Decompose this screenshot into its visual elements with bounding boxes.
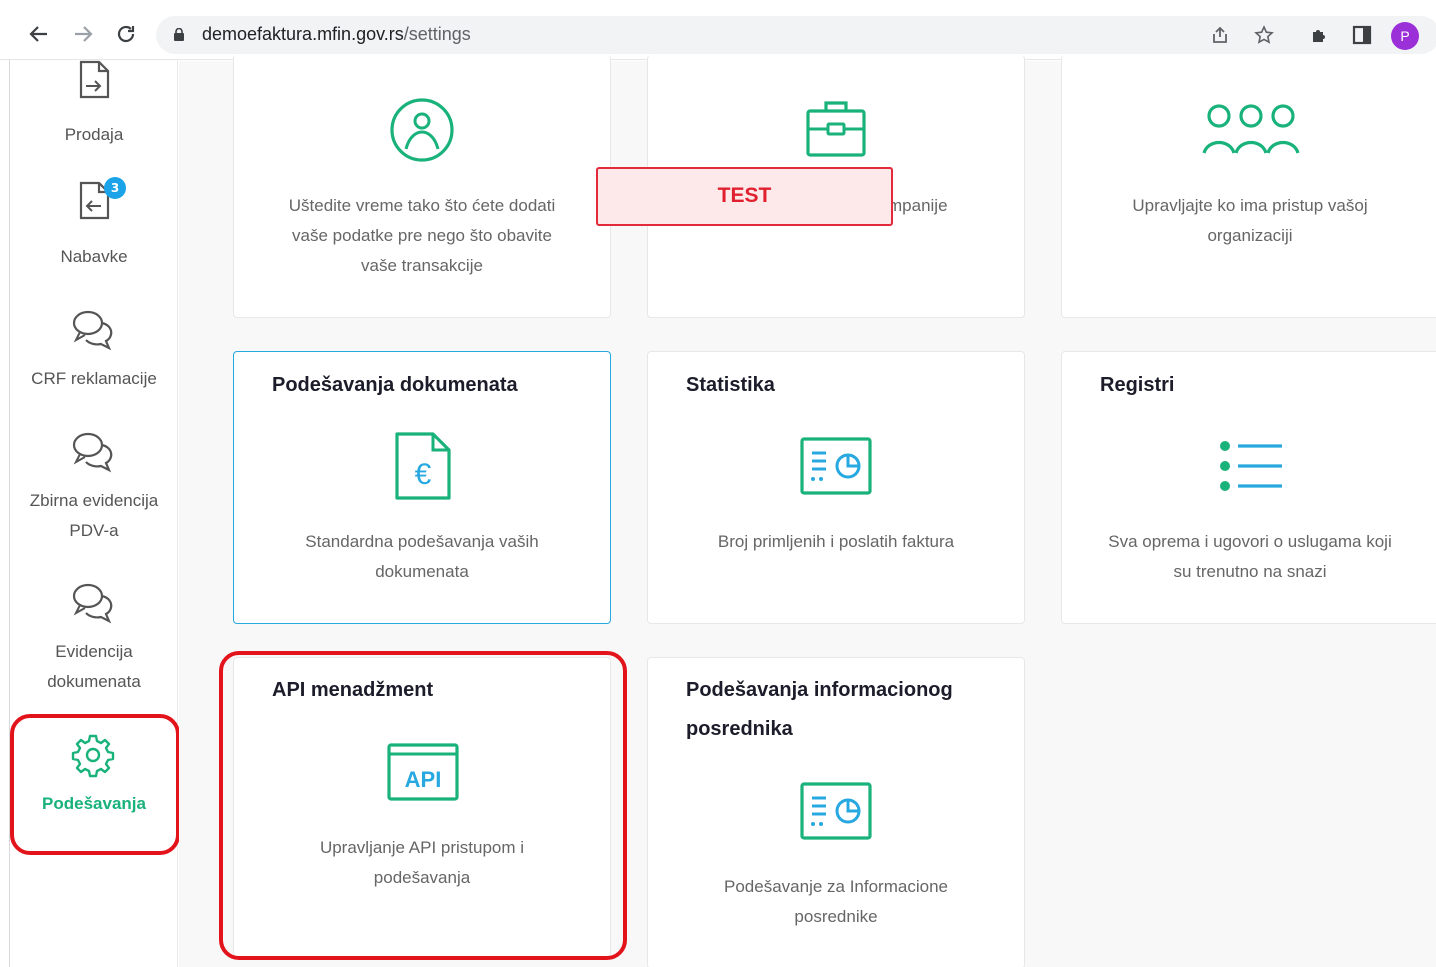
card-description-line2: posrednike	[794, 907, 878, 926]
url-host: demoefaktura.mfin.gov.rs	[202, 24, 404, 44]
sidebar-item-crf-reklamacije[interactable]: CRF reklamacije	[10, 300, 178, 405]
card-statistics[interactable]: Statistika Broj primljenih i poslatih fa…	[647, 351, 1025, 624]
profile-avatar[interactable]: P	[1391, 22, 1419, 50]
bookmark-star-icon[interactable]	[1254, 25, 1274, 45]
card-description-line1: Podešavanje za Informacione	[724, 877, 948, 896]
stats-report-icon	[800, 782, 872, 840]
card-title-line2: posrednika	[686, 718, 793, 740]
card-description-line1: Broj primljenih i poslatih faktura	[717, 532, 955, 551]
sidebar-item-label-line1: Evidencija	[55, 642, 133, 661]
sidebar-item-label: CRF reklamacije	[31, 369, 157, 388]
chat-bubbles-icon	[72, 310, 113, 351]
reload-icon	[117, 25, 135, 43]
card-description-line2: organizaciji	[1207, 226, 1293, 245]
card-users[interactable]: Upravljajte ko ima pristup vašoj organiz…	[1061, 55, 1436, 318]
card-description-line1: Upravljajte ko ima pristup vašoj	[1132, 196, 1368, 215]
card-description-line2: vaše podatke pre nego što obavite	[292, 226, 552, 245]
test-environment-banner: TEST	[596, 167, 893, 226]
card-description-line1: Standardna podešavanja vaših	[305, 532, 539, 551]
address-bar[interactable]: demoefaktura.mfin.gov.rs/settings	[156, 16, 1436, 54]
sidebar-item-zbirna-evidencija[interactable]: Zbirna evidencija PDV-a	[10, 425, 178, 550]
sidebar-item-label-line2: dokumenata	[47, 672, 141, 691]
card-intermediary-settings[interactable]: Podešavanja informacionog posrednika Pod…	[647, 657, 1025, 967]
card-title: Registri	[1100, 374, 1175, 396]
highlight-outline-api-card	[219, 651, 627, 960]
list-icon	[1220, 441, 1282, 491]
lock-icon	[174, 28, 184, 41]
sidebar-item-label-line1: Zbirna evidencija	[29, 491, 159, 510]
forward-arrow-icon	[75, 26, 93, 42]
euro-document-icon: €	[395, 432, 451, 500]
card-description-line2: su trenutno na snazi	[1173, 562, 1327, 581]
document-arrow-right-icon	[79, 60, 110, 99]
card-description-line3: vaše transakcije	[361, 256, 483, 275]
sidebar-item-label: Nabavke	[60, 247, 128, 266]
window-edge	[0, 60, 10, 967]
sidebar-item-nabavke[interactable]: 3 Nabavke	[10, 175, 178, 290]
extensions-puzzle-icon[interactable]	[1309, 24, 1331, 46]
card-title: Statistika	[686, 374, 775, 396]
side-panel-icon[interactable]	[1351, 24, 1373, 46]
highlight-outline-sidebar	[10, 714, 180, 855]
card-profile[interactable]: Uštedite vreme tako što ćete dodati vaše…	[233, 55, 611, 318]
briefcase-icon	[806, 101, 866, 157]
back-button[interactable]	[27, 22, 51, 46]
sidebar-item-evidencija-dokumenata[interactable]: Evidencija dokumenata	[10, 575, 178, 700]
card-description-line1: Sva oprema i ugovori o uslugama koji	[1108, 532, 1392, 551]
sidebar-item-label: Prodaja	[64, 125, 124, 144]
card-document-settings[interactable]: Podešavanja dokumenata € Standardna pode…	[233, 351, 611, 624]
sidebar-item-prodaja[interactable]: Prodaja	[10, 60, 178, 170]
chat-bubbles-icon	[72, 583, 113, 624]
chat-bubbles-icon	[72, 432, 113, 473]
card-title: Podešavanja dokumenata	[272, 374, 518, 396]
stats-report-icon	[800, 437, 872, 495]
browser-toolbar: demoefaktura.mfin.gov.rs/settings P	[0, 0, 1436, 60]
url-path: /settings	[403, 24, 471, 44]
svg-text:€: €	[415, 458, 432, 491]
card-description-line2: dokumenata	[375, 562, 469, 581]
sidebar-item-label-line2: PDV-a	[69, 521, 119, 540]
reload-button[interactable]	[114, 22, 138, 46]
url-text: demoefaktura.mfin.gov.rs/settings	[202, 24, 471, 45]
card-description-line1: Uštedite vreme tako što ćete dodati	[288, 196, 556, 215]
forward-button[interactable]	[71, 22, 95, 46]
card-title-line1: Podešavanja informacionog	[686, 679, 953, 701]
card-registers[interactable]: Registri Sva oprema i ugovori o uslugama…	[1061, 351, 1436, 624]
notification-badge: 3	[104, 177, 126, 199]
card-description-line1: mpanije	[888, 196, 948, 215]
back-arrow-icon	[29, 26, 47, 42]
share-icon[interactable]	[1210, 25, 1230, 45]
user-circle-icon	[390, 98, 454, 162]
users-group-icon	[1202, 104, 1300, 154]
